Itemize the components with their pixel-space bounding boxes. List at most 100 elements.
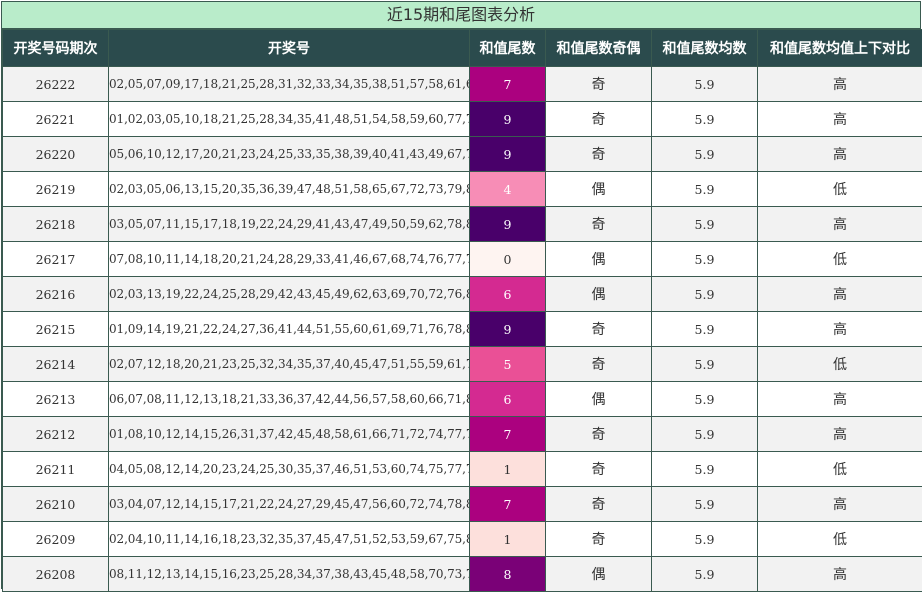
cell-compare: 高 <box>758 102 922 137</box>
cell-parity: 奇 <box>546 417 652 452</box>
header-tail: 和值尾数 <box>470 30 546 67</box>
cell-compare: 低 <box>758 522 922 557</box>
cell-average: 5.9 <box>652 487 758 522</box>
table-row: 2621803,05,07,11,15,17,18,19,22,24,29,41… <box>3 207 922 242</box>
cell-tail: 5 <box>470 347 546 382</box>
cell-numbers: 04,05,08,12,14,20,23,24,25,30,35,37,46,5… <box>109 452 470 487</box>
cell-tail: 9 <box>470 137 546 172</box>
cell-parity: 偶 <box>546 172 652 207</box>
header-average: 和值尾数均数 <box>652 30 758 67</box>
cell-parity: 奇 <box>546 487 652 522</box>
cell-numbers: 01,08,10,12,14,15,26,31,37,42,45,48,58,6… <box>109 417 470 452</box>
table-row: 2621602,03,13,19,22,24,25,28,29,42,43,45… <box>3 277 922 312</box>
cell-compare: 低 <box>758 172 922 207</box>
cell-numbers: 02,07,12,18,20,21,23,25,32,34,35,37,40,4… <box>109 347 470 382</box>
cell-average: 5.9 <box>652 417 758 452</box>
cell-parity: 奇 <box>546 207 652 242</box>
table-row: 2622005,06,10,12,17,20,21,23,24,25,33,35… <box>3 137 922 172</box>
cell-average: 5.9 <box>652 277 758 312</box>
table-row: 2621201,08,10,12,14,15,26,31,37,42,45,48… <box>3 417 922 452</box>
cell-tail: 4 <box>470 172 546 207</box>
cell-parity: 奇 <box>546 67 652 102</box>
cell-period: 26222 <box>3 67 109 102</box>
cell-parity: 奇 <box>546 347 652 382</box>
cell-compare: 高 <box>758 137 922 172</box>
cell-numbers: 05,06,10,12,17,20,21,23,24,25,33,35,38,3… <box>109 137 470 172</box>
cell-period: 26209 <box>3 522 109 557</box>
cell-average: 5.9 <box>652 347 758 382</box>
cell-tail: 6 <box>470 277 546 312</box>
cell-compare: 高 <box>758 557 922 592</box>
cell-tail: 7 <box>470 487 546 522</box>
cell-compare: 高 <box>758 487 922 522</box>
table-row: 2622202,05,07,09,17,18,21,25,28,31,32,33… <box>3 67 922 102</box>
chart-container: 近15期和尾图表分析 开奖号码期次 开奖号 和值尾数 和值尾数奇偶 和值尾数均数… <box>1 1 921 589</box>
cell-tail: 0 <box>470 242 546 277</box>
table-body: 2622202,05,07,09,17,18,21,25,28,31,32,33… <box>3 67 922 592</box>
cell-average: 5.9 <box>652 137 758 172</box>
cell-period: 26214 <box>3 347 109 382</box>
cell-period: 26219 <box>3 172 109 207</box>
table-row: 2620902,04,10,11,14,16,18,23,32,35,37,45… <box>3 522 922 557</box>
cell-average: 5.9 <box>652 242 758 277</box>
cell-numbers: 01,09,14,19,21,22,24,27,36,41,44,51,55,6… <box>109 312 470 347</box>
cell-period: 26210 <box>3 487 109 522</box>
table-row: 2621707,08,10,11,14,18,20,21,24,28,29,33… <box>3 242 922 277</box>
cell-compare: 高 <box>758 67 922 102</box>
cell-compare: 低 <box>758 347 922 382</box>
cell-compare: 高 <box>758 417 922 452</box>
header-numbers: 开奖号 <box>109 30 470 67</box>
cell-compare: 高 <box>758 382 922 417</box>
table-row: 2621003,04,07,12,14,15,17,21,22,24,27,29… <box>3 487 922 522</box>
cell-average: 5.9 <box>652 102 758 137</box>
cell-numbers: 08,11,12,13,14,15,16,23,25,28,34,37,38,4… <box>109 557 470 592</box>
table-row: 2621402,07,12,18,20,21,23,25,32,34,35,37… <box>3 347 922 382</box>
cell-parity: 偶 <box>546 382 652 417</box>
cell-numbers: 02,05,07,09,17,18,21,25,28,31,32,33,34,3… <box>109 67 470 102</box>
cell-numbers: 06,07,08,11,12,13,18,21,33,36,37,42,44,5… <box>109 382 470 417</box>
table-row: 2621902,03,05,06,13,15,20,35,36,39,47,48… <box>3 172 922 207</box>
cell-tail: 1 <box>470 452 546 487</box>
cell-tail: 1 <box>470 522 546 557</box>
tail-analysis-table: 开奖号码期次 开奖号 和值尾数 和值尾数奇偶 和值尾数均数 和值尾数均值上下对比… <box>2 29 922 592</box>
table-row: 2621501,09,14,19,21,22,24,27,36,41,44,51… <box>3 312 922 347</box>
cell-compare: 高 <box>758 277 922 312</box>
cell-numbers: 01,02,03,05,10,18,21,25,28,34,35,41,48,5… <box>109 102 470 137</box>
cell-period: 26213 <box>3 382 109 417</box>
cell-numbers: 03,04,07,12,14,15,17,21,22,24,27,29,45,4… <box>109 487 470 522</box>
cell-tail: 7 <box>470 417 546 452</box>
cell-compare: 高 <box>758 312 922 347</box>
cell-numbers: 02,03,13,19,22,24,25,28,29,42,43,45,49,6… <box>109 277 470 312</box>
cell-period: 26212 <box>3 417 109 452</box>
cell-period: 26217 <box>3 242 109 277</box>
cell-numbers: 07,08,10,11,14,18,20,21,24,28,29,33,41,4… <box>109 242 470 277</box>
cell-parity: 偶 <box>546 557 652 592</box>
page-title: 近15期和尾图表分析 <box>2 2 920 29</box>
cell-tail: 9 <box>470 312 546 347</box>
cell-tail: 9 <box>470 207 546 242</box>
cell-period: 26218 <box>3 207 109 242</box>
cell-numbers: 02,03,05,06,13,15,20,35,36,39,47,48,51,5… <box>109 172 470 207</box>
cell-average: 5.9 <box>652 172 758 207</box>
cell-average: 5.9 <box>652 557 758 592</box>
header-period: 开奖号码期次 <box>3 30 109 67</box>
header-compare: 和值尾数均值上下对比 <box>758 30 922 67</box>
table-row: 2621104,05,08,12,14,20,23,24,25,30,35,37… <box>3 452 922 487</box>
cell-average: 5.9 <box>652 207 758 242</box>
header-row: 开奖号码期次 开奖号 和值尾数 和值尾数奇偶 和值尾数均数 和值尾数均值上下对比 <box>3 30 922 67</box>
table-row: 2620808,11,12,13,14,15,16,23,25,28,34,37… <box>3 557 922 592</box>
cell-average: 5.9 <box>652 67 758 102</box>
cell-period: 26216 <box>3 277 109 312</box>
cell-parity: 偶 <box>546 242 652 277</box>
cell-tail: 9 <box>470 102 546 137</box>
cell-compare: 低 <box>758 242 922 277</box>
cell-parity: 奇 <box>546 137 652 172</box>
cell-tail: 7 <box>470 67 546 102</box>
cell-numbers: 03,05,07,11,15,17,18,19,22,24,29,41,43,4… <box>109 207 470 242</box>
header-parity: 和值尾数奇偶 <box>546 30 652 67</box>
cell-tail: 8 <box>470 557 546 592</box>
table-row: 2621306,07,08,11,12,13,18,21,33,36,37,42… <box>3 382 922 417</box>
cell-parity: 偶 <box>546 277 652 312</box>
cell-tail: 6 <box>470 382 546 417</box>
cell-average: 5.9 <box>652 382 758 417</box>
